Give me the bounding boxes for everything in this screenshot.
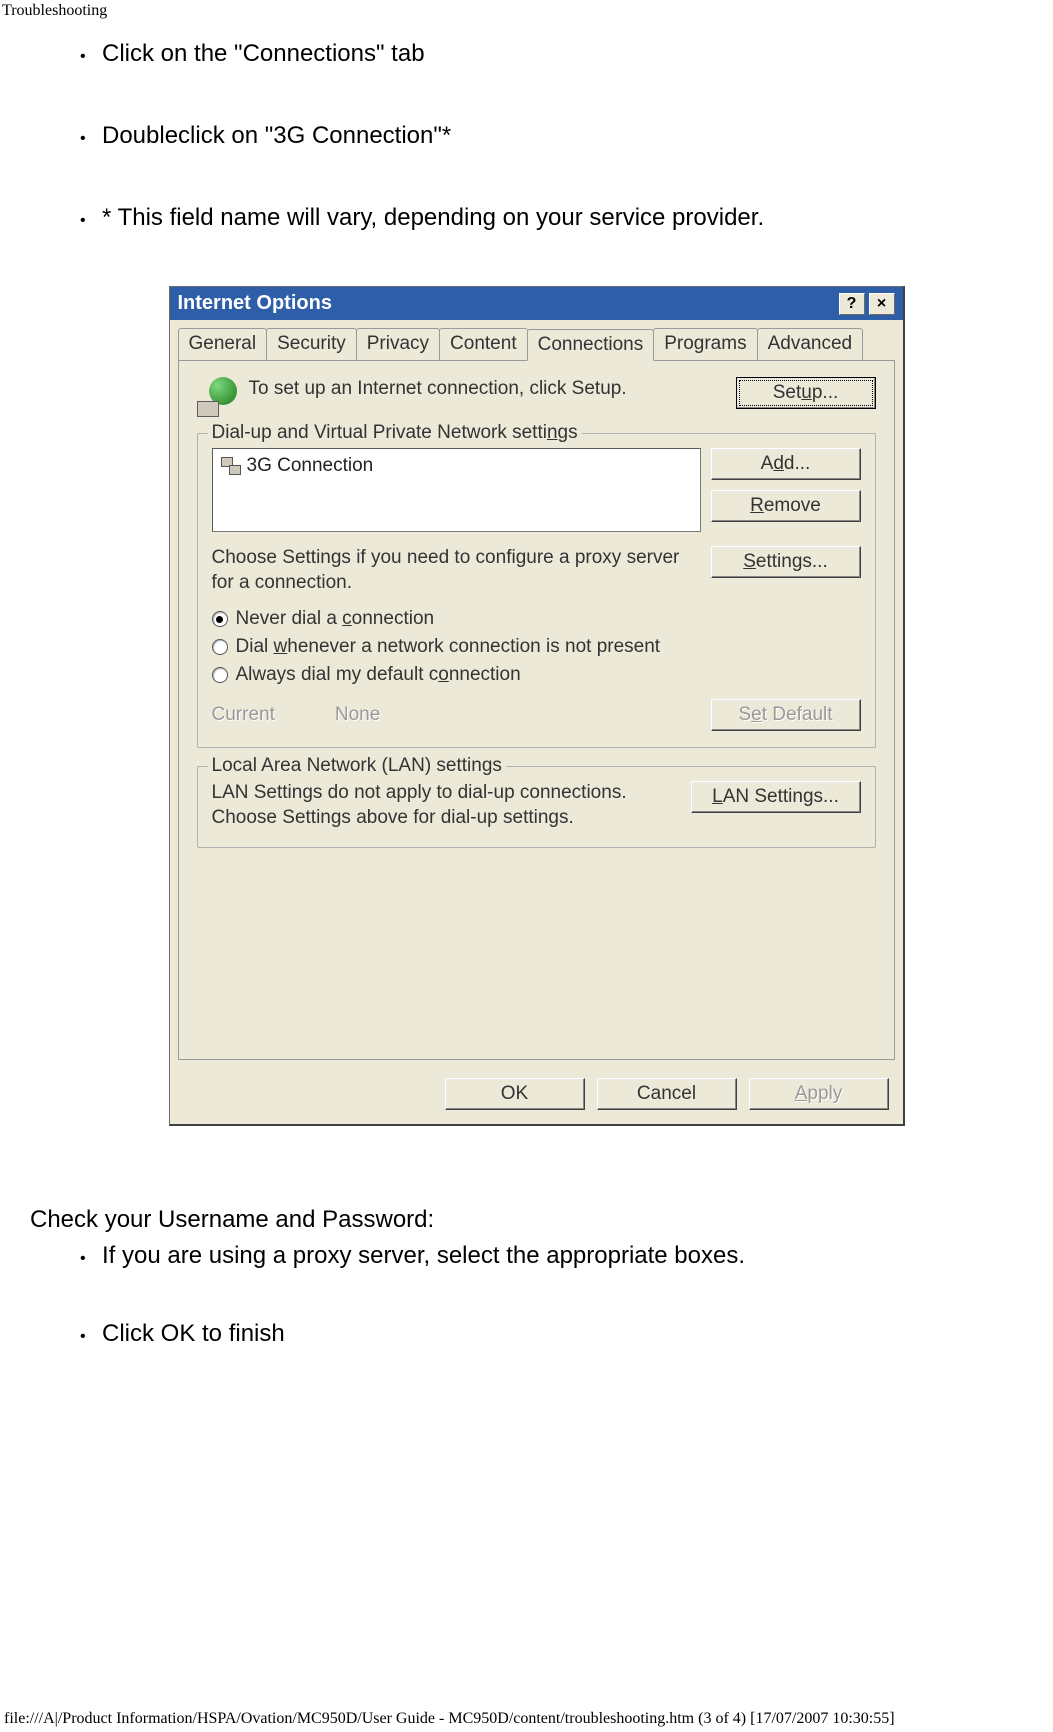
radio-dial-whenever[interactable]: Dial whenever a network connection is no…: [212, 633, 861, 661]
radio-icon: [212, 611, 228, 627]
lan-row: LAN Settings do not apply to dial-up con…: [212, 781, 861, 830]
help-icon[interactable]: ?: [839, 293, 865, 315]
tabs-row: General Security Privacy Content Connect…: [170, 320, 903, 360]
page-header: Troubleshooting: [0, 0, 1053, 20]
apply-button: Apply: [749, 1078, 889, 1110]
bottom-bullet-list: If you are using a proxy server, select …: [0, 1242, 1053, 1348]
globe-monitor-icon: [197, 377, 237, 417]
list-item[interactable]: 3G Connection: [217, 453, 696, 479]
radio-label: Dial whenever a network connection is no…: [236, 636, 661, 658]
dialup-group: Dial-up and Virtual Private Network sett…: [197, 433, 876, 748]
lan-text: LAN Settings do not apply to dial-up con…: [212, 781, 681, 830]
dialog-actions: OK Cancel Apply: [170, 1068, 903, 1124]
dialog-title: Internet Options: [178, 292, 332, 315]
tab-connections[interactable]: Connections: [527, 329, 655, 361]
connection-icon: [221, 457, 241, 475]
connection-item-label: 3G Connection: [247, 455, 374, 477]
connections-listbox[interactable]: 3G Connection: [212, 448, 701, 532]
tab-security[interactable]: Security: [266, 328, 357, 360]
tab-general[interactable]: General: [178, 328, 268, 360]
setup-text: To set up an Internet connection, click …: [249, 377, 724, 402]
remove-button[interactable]: Remove: [711, 490, 861, 522]
add-button[interactable]: Add...: [711, 448, 861, 480]
setup-row: To set up an Internet connection, click …: [197, 377, 876, 417]
dialup-list-row: 3G Connection Add... Remove: [212, 448, 861, 532]
list-item: Click on the "Connections" tab: [80, 40, 993, 68]
list-item: Click OK to finish: [80, 1320, 1053, 1348]
cancel-button[interactable]: Cancel: [597, 1078, 737, 1110]
top-bullet-list: Click on the "Connections" tab Doublecli…: [80, 40, 993, 232]
tab-content[interactable]: Content: [439, 328, 528, 360]
radio-label: Always dial my default connection: [236, 664, 521, 686]
lan-settings-button[interactable]: LAN Settings...: [691, 781, 861, 813]
setup-button[interactable]: Setup...: [736, 377, 876, 409]
list-item: If you are using a proxy server, select …: [80, 1242, 1053, 1270]
dialup-group-label: Dial-up and Virtual Private Network sett…: [208, 422, 582, 444]
list-item: Doubleclick on "3G Connection"*: [80, 122, 993, 150]
current-label: Current: [212, 704, 275, 726]
current-value: None: [335, 704, 651, 726]
tab-panel: To set up an Internet connection, click …: [178, 360, 895, 1060]
dialog-screenshot: Internet Options ? × General Security Pr…: [80, 286, 993, 1126]
close-icon[interactable]: ×: [869, 293, 895, 315]
proxy-settings-row: Choose Settings if you need to configure…: [212, 546, 861, 595]
section-heading: Check your Username and Password:: [30, 1206, 1053, 1234]
tab-advanced[interactable]: Advanced: [757, 328, 864, 360]
list-item: * This field name will vary, depending o…: [80, 204, 993, 232]
lan-group: Local Area Network (LAN) settings LAN Se…: [197, 766, 876, 847]
content-area: Click on the "Connections" tab Doublecli…: [0, 20, 1053, 1176]
dialog-titlebar: Internet Options ? ×: [170, 287, 903, 320]
lan-group-label: Local Area Network (LAN) settings: [208, 755, 506, 777]
radio-always-dial[interactable]: Always dial my default connection: [212, 661, 861, 689]
radio-icon: [212, 667, 228, 683]
radio-icon: [212, 639, 228, 655]
dialup-buttons-col: Add... Remove: [711, 448, 861, 532]
radio-never-dial[interactable]: Never dial a connection: [212, 605, 861, 633]
settings-button[interactable]: Settings...: [711, 546, 861, 578]
titlebar-buttons: ? ×: [839, 293, 895, 315]
ok-button[interactable]: OK: [445, 1078, 585, 1110]
tab-programs[interactable]: Programs: [653, 328, 757, 360]
current-row: Current None Set Default: [212, 699, 861, 731]
page-footer-path: file:///A|/Product Information/HSPA/Ovat…: [4, 1710, 895, 1728]
proxy-text: Choose Settings if you need to configure…: [212, 546, 701, 595]
internet-options-dialog: Internet Options ? × General Security Pr…: [169, 286, 905, 1126]
set-default-button: Set Default: [711, 699, 861, 731]
tab-privacy[interactable]: Privacy: [356, 328, 440, 360]
radio-label: Never dial a connection: [236, 608, 435, 630]
